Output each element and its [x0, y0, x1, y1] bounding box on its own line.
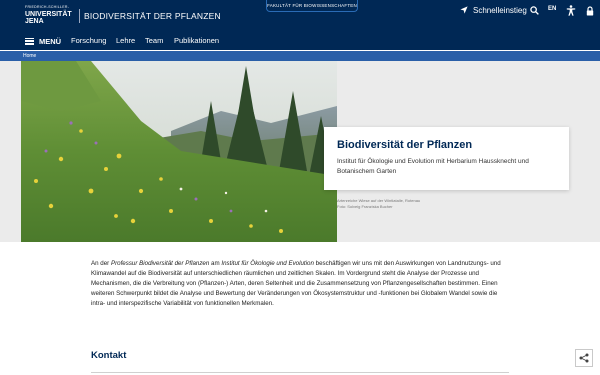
language-switch[interactable]: EN — [548, 6, 556, 12]
logo-line-2: UNIVERSITÄT — [25, 10, 72, 18]
hero-image-meadow — [21, 61, 337, 242]
intro-text-2: am — [209, 260, 222, 267]
image-caption: Artenreiche Wiese auf der Wintlatalle, R… — [337, 198, 420, 210]
breadcrumb-home[interactable]: Home — [23, 53, 36, 59]
nav-item-team[interactable]: Team — [145, 36, 163, 45]
contact-divider — [91, 372, 509, 373]
intro-emphasis-professur: Professur Biodiversität der Pflanzen — [110, 260, 210, 267]
intro-text-1: An der — [91, 260, 111, 267]
nav-item-lehre[interactable]: Lehre — [116, 36, 135, 45]
intro-paragraph: An der Professur Biodiversität der Pflan… — [91, 259, 509, 309]
lock-icon[interactable] — [584, 5, 596, 16]
contact-heading: Kontakt — [91, 350, 127, 361]
menu-button[interactable]: MENÜ — [25, 36, 61, 46]
breadcrumb: Home — [0, 51, 600, 61]
caption-credit: Foto: Solveig Franziska Bucher — [337, 204, 393, 209]
hamburger-icon — [25, 37, 34, 45]
logo-line-1: FRIEDRICH-SCHILLER- — [25, 5, 70, 9]
location-arrow-icon — [460, 6, 468, 14]
logo-line-3: JENA — [25, 17, 44, 25]
logo-divider — [79, 9, 80, 23]
menu-label: MENÜ — [39, 36, 62, 46]
site-title[interactable]: BIODIVERSITÄT DER PFLANZEN — [84, 11, 221, 21]
nav-item-forschung[interactable]: Forschung — [71, 36, 106, 45]
quick-entry-label: Schnelleinstieg — [473, 5, 527, 15]
accessibility-icon[interactable] — [565, 5, 577, 16]
nav-item-publikationen[interactable]: Publikationen — [174, 36, 219, 45]
page-title: Biodiversität der Pflanzen — [337, 139, 473, 151]
share-button[interactable] — [575, 349, 593, 367]
intro-emphasis-institut: Institut für Ökologie und Evolution — [221, 260, 314, 267]
search-icon[interactable] — [528, 5, 540, 16]
page-subtitle: Institut für Ökologie und Evolution mit … — [337, 158, 529, 175]
hero-card: Biodiversität der Pflanzen Institut für … — [324, 127, 569, 190]
university-logo[interactable]: FRIEDRICH-SCHILLER- UNIVERSITÄT JENA — [25, 5, 72, 25]
faculty-tab[interactable]: FAKULTÄT FÜR BIOWISSENSCHAFTEN — [266, 0, 358, 12]
share-icon — [579, 353, 589, 363]
quick-entry-button[interactable]: Schnelleinstieg — [460, 5, 527, 15]
